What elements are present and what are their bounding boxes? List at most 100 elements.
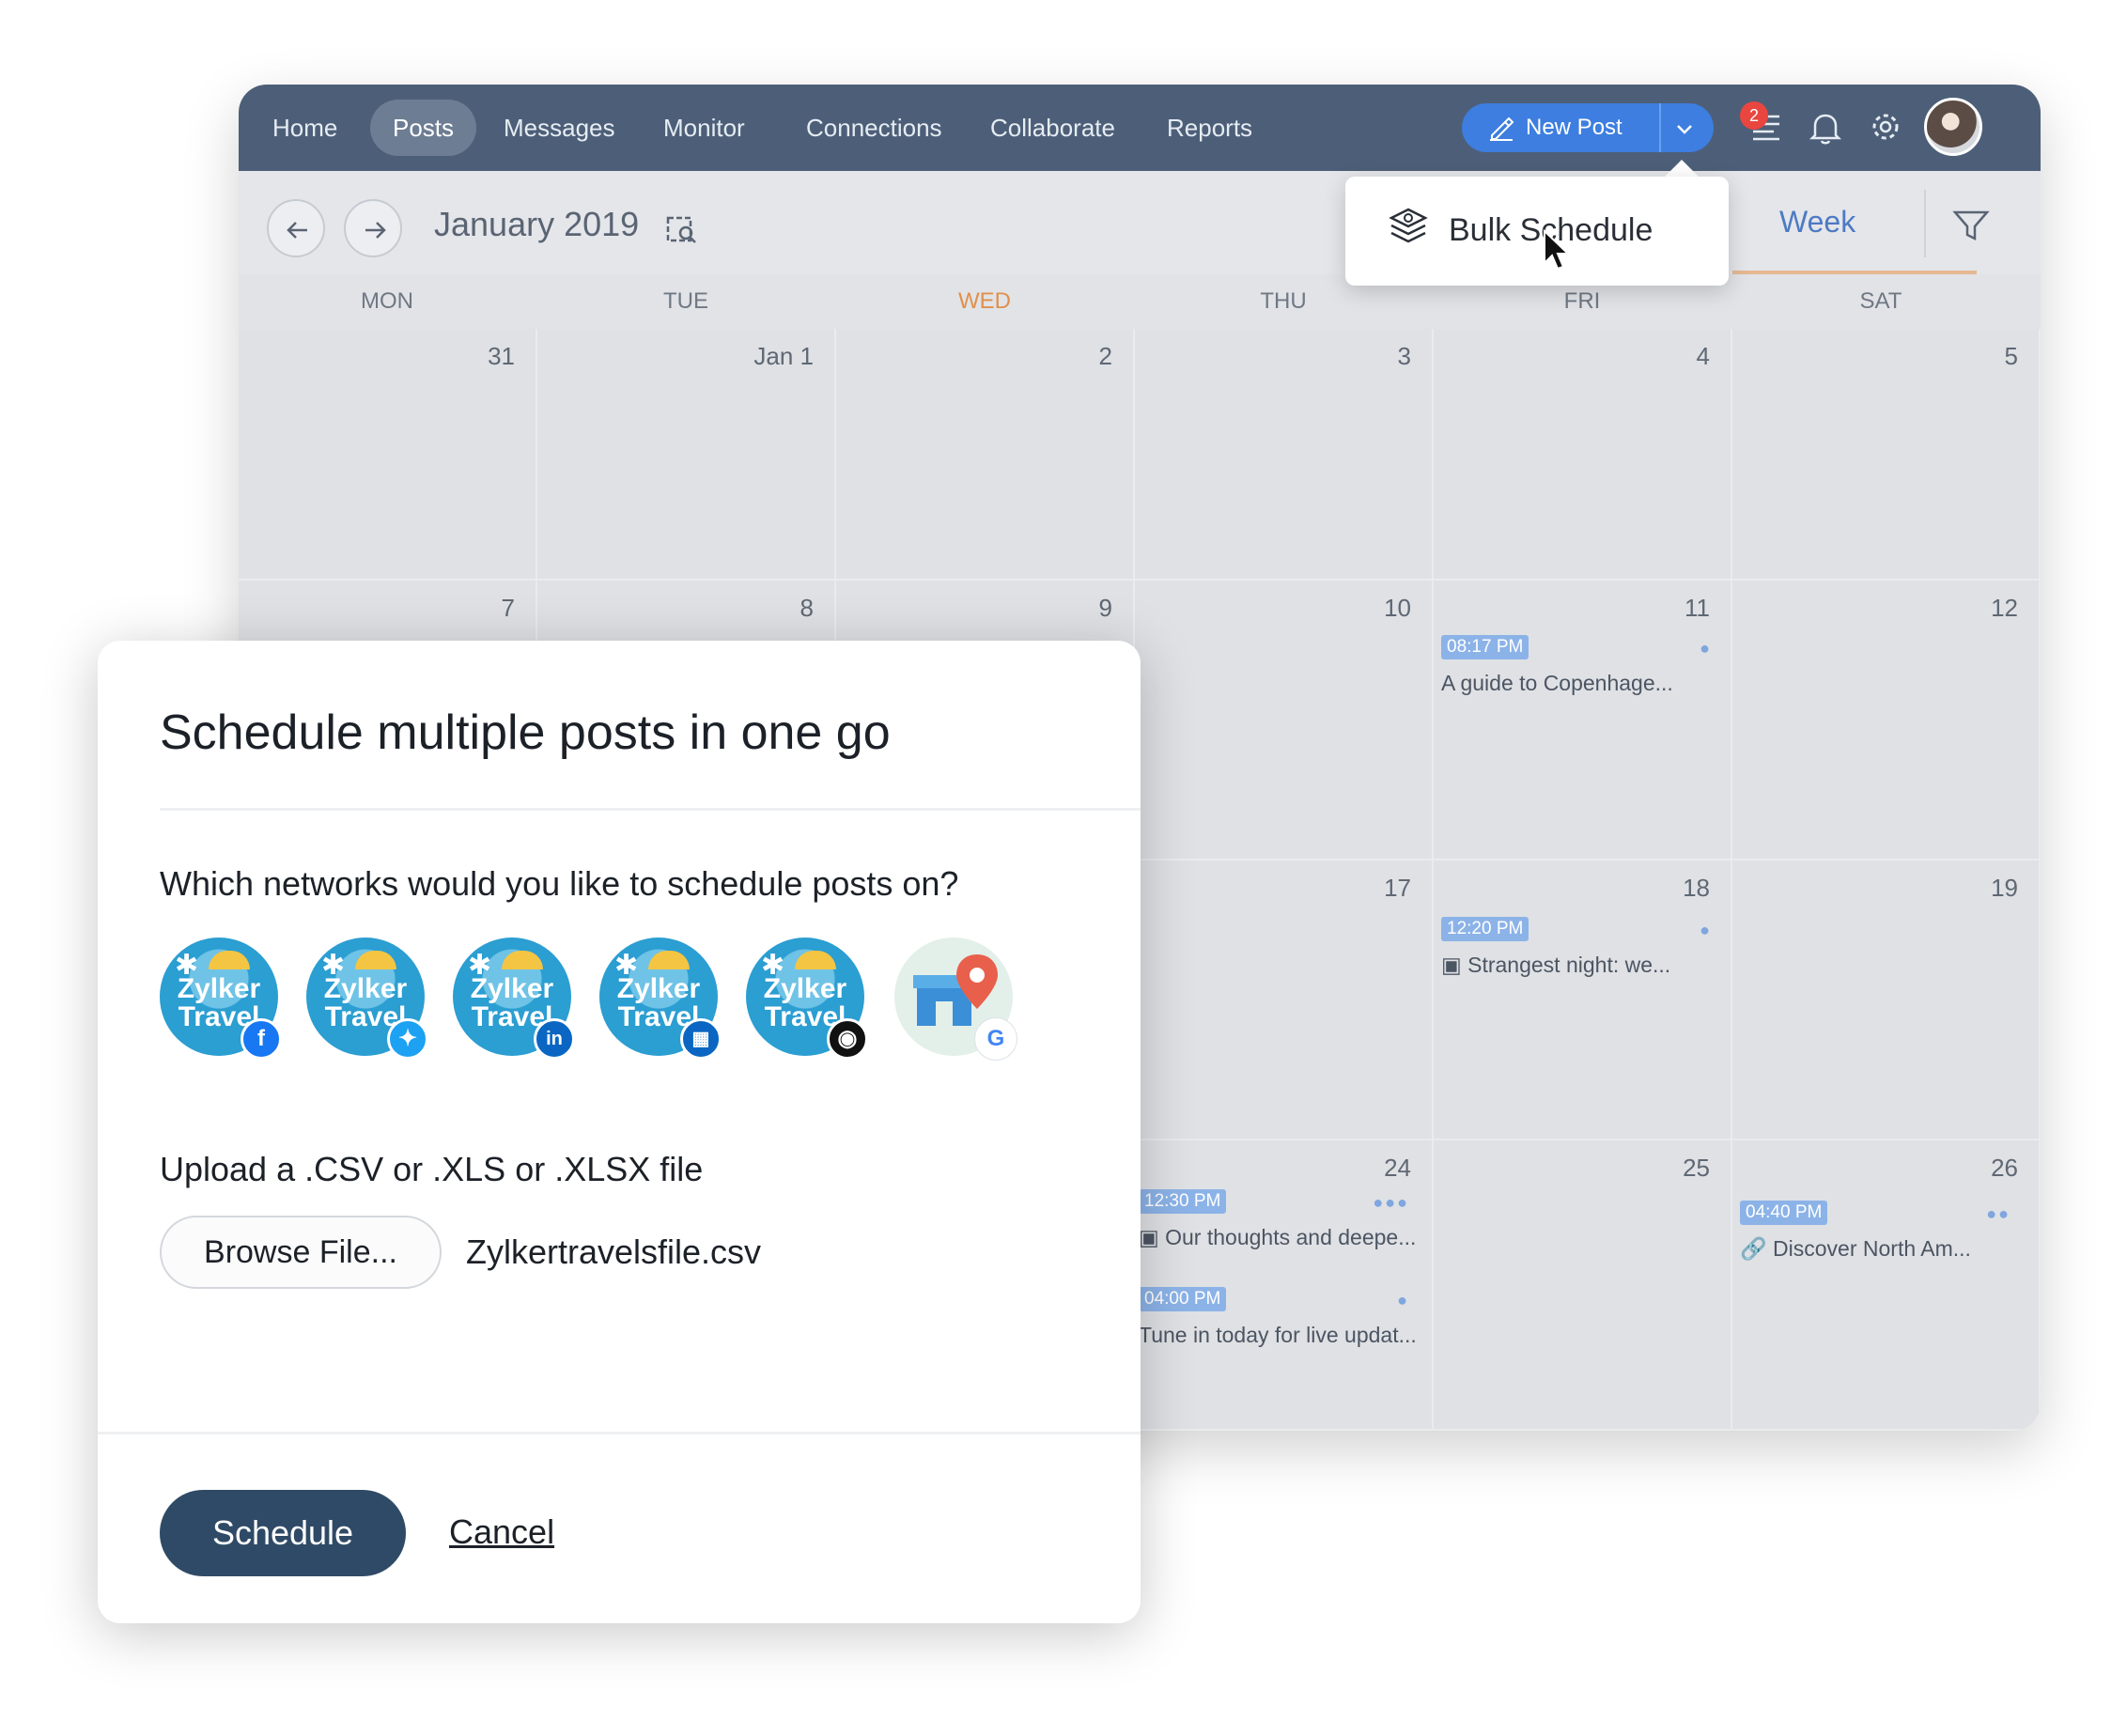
calendar-toolbar: January 2019 Week: [239, 171, 2041, 274]
nav-connections[interactable]: Connections: [806, 85, 942, 171]
day-cell[interactable]: 12: [1732, 581, 2041, 860]
new-post-separator: [1659, 103, 1661, 152]
network-linkedin[interactable]: ✱ Zylker Travel in: [453, 938, 575, 1060]
facebook-icon: f: [241, 1018, 282, 1060]
network-linkedin-page[interactable]: ✱ Zylker Travel ▦: [599, 938, 722, 1060]
nav-posts[interactable]: Posts: [370, 100, 477, 156]
network-twitter[interactable]: ✱ Zylker Travel ✦: [306, 938, 428, 1060]
post-time: 12:30 PM: [1139, 1189, 1227, 1214]
day-cell[interactable]: 26 04:40 PM ●● 🔗 Discover North Am...: [1732, 1140, 2041, 1431]
scheduled-post[interactable]: 08:17 PM ● A guide to Copenhage...: [1441, 635, 1721, 696]
day-number: 18: [1683, 874, 1710, 902]
twitter-icon: ●: [1700, 639, 1712, 658]
week-view-tab[interactable]: Week: [1779, 205, 1855, 240]
schedule-button[interactable]: Schedule: [160, 1490, 406, 1576]
weekday-label-today: WED: [958, 288, 1011, 314]
image-icon: ▣: [1139, 1225, 1166, 1249]
divider: [160, 808, 1141, 811]
scheduled-post[interactable]: 04:40 PM ●● 🔗 Discover North Am...: [1740, 1201, 2020, 1262]
day-cell[interactable]: 11 08:17 PM ● A guide to Copenhage...: [1434, 581, 1732, 860]
linkedin-icon: in: [534, 1018, 575, 1060]
dropdown-caret: [1663, 160, 1700, 178]
day-number: 26: [1991, 1154, 2018, 1182]
day-cell[interactable]: 10: [1135, 581, 1434, 860]
filter-icon[interactable]: [1952, 209, 1990, 242]
day-cell[interactable]: 2: [836, 329, 1135, 581]
day-cell[interactable]: 4: [1434, 329, 1732, 581]
previous-button[interactable]: [267, 199, 325, 257]
day-number: 11: [1685, 594, 1710, 622]
arrow-right-icon: [365, 222, 386, 239]
nav-home[interactable]: Home: [272, 85, 337, 171]
post-time: 12:20 PM: [1441, 917, 1529, 941]
post-text-content: Strangest night: we...: [1467, 953, 1671, 977]
network-icons: ●●: [1986, 1204, 2011, 1223]
day-cell[interactable]: 31: [239, 329, 537, 581]
sun-icon: [209, 951, 250, 969]
day-cell[interactable]: 25: [1434, 1140, 1732, 1431]
notification-badge: 2: [1740, 101, 1768, 130]
day-number: 3: [1397, 342, 1411, 370]
weekday-label: MON: [361, 288, 413, 314]
chevron-down-icon[interactable]: [1674, 118, 1695, 139]
network-question: Which networks would you like to schedul…: [160, 864, 959, 903]
day-number: 25: [1683, 1154, 1710, 1182]
day-cell[interactable]: 19: [1732, 860, 2041, 1140]
day-number: 2: [1098, 342, 1112, 370]
day-cell[interactable]: 17: [1135, 860, 1434, 1140]
new-post-label: New Post: [1526, 115, 1622, 140]
arrow-left-icon: [287, 222, 307, 239]
weekday-label: TUE: [663, 288, 708, 314]
mouse-cursor-icon: [1544, 229, 1571, 271]
nav-messages[interactable]: Messages: [504, 85, 615, 171]
weekday-header: MON TUE WED THU FRI SAT: [239, 274, 2041, 329]
instagram-icon: ◉: [827, 1018, 868, 1060]
screen: Home Posts Messages Monitor Connections …: [0, 0, 2127, 1736]
top-navigation: Home Posts Messages Monitor Connections …: [239, 85, 2041, 171]
post-text: A guide to Copenhage...: [1441, 671, 1673, 695]
dialog-title: Schedule multiple posts in one go: [160, 705, 891, 760]
scheduled-post[interactable]: 04:00 PM ● Tune in today for live updat.…: [1139, 1287, 1419, 1348]
linkedin-page-icon: ▦: [680, 1018, 722, 1060]
day-number: 24: [1384, 1154, 1411, 1182]
user-avatar[interactable]: [1924, 98, 1982, 156]
google-icon: G: [975, 1018, 1017, 1060]
scheduled-post[interactable]: 12:30 PM ●●● ▣ Our thoughts and deepe...: [1139, 1189, 1419, 1250]
day-number: 17: [1384, 874, 1411, 902]
bulk-schedule-dialog: Schedule multiple posts in one go Which …: [98, 641, 1141, 1623]
day-number: 31: [488, 342, 515, 370]
nav-reports[interactable]: Reports: [1167, 85, 1252, 171]
network-icons: ●●●: [1373, 1193, 1409, 1212]
day-cell[interactable]: Jan 1: [537, 329, 836, 581]
day-cell[interactable]: 24 12:30 PM ●●● ▣ Our thoughts and deepe…: [1135, 1140, 1434, 1431]
nav-monitor[interactable]: Monitor: [663, 85, 745, 171]
sun-icon: [795, 951, 836, 969]
browse-file-button[interactable]: Browse File...: [160, 1216, 442, 1289]
twitter-icon: ✦: [387, 1018, 428, 1060]
day-number: Jan 1: [753, 342, 814, 370]
network-facebook[interactable]: ✱ Zylker Travel f: [160, 938, 282, 1060]
scheduled-post[interactable]: 12:20 PM ● ▣ Strangest night: we...: [1441, 917, 1721, 978]
post-time: 08:17 PM: [1441, 635, 1529, 659]
day-cell[interactable]: 3: [1135, 329, 1434, 581]
next-button[interactable]: [344, 199, 402, 257]
gear-icon[interactable]: [1870, 111, 1902, 143]
brand-line-1: Zylker: [470, 973, 554, 1004]
sun-icon: [502, 951, 543, 969]
calendar-search-icon[interactable]: [665, 212, 699, 246]
new-post-button[interactable]: New Post: [1462, 103, 1714, 152]
network-instagram[interactable]: ✱ Zylker Travel ◉: [746, 938, 868, 1060]
post-time: 04:40 PM: [1740, 1201, 1828, 1225]
brand-line-1: Zylker: [177, 973, 261, 1004]
network-google-my-business[interactable]: G: [894, 938, 1017, 1060]
nav-collaborate[interactable]: Collaborate: [990, 85, 1115, 171]
day-cell[interactable]: 18 12:20 PM ● ▣ Strangest night: we...: [1434, 860, 1732, 1140]
weekday-label: SAT: [1859, 288, 1902, 314]
post-text-content: Our thoughts and deepe...: [1165, 1225, 1417, 1249]
bell-icon[interactable]: [1809, 111, 1841, 145]
brand-line-1: Zylker: [323, 973, 408, 1004]
day-cell[interactable]: 5: [1732, 329, 2041, 581]
cancel-link[interactable]: Cancel: [449, 1512, 554, 1552]
post-text: Tune in today for live updat...: [1139, 1323, 1417, 1347]
sun-icon: [355, 951, 396, 969]
